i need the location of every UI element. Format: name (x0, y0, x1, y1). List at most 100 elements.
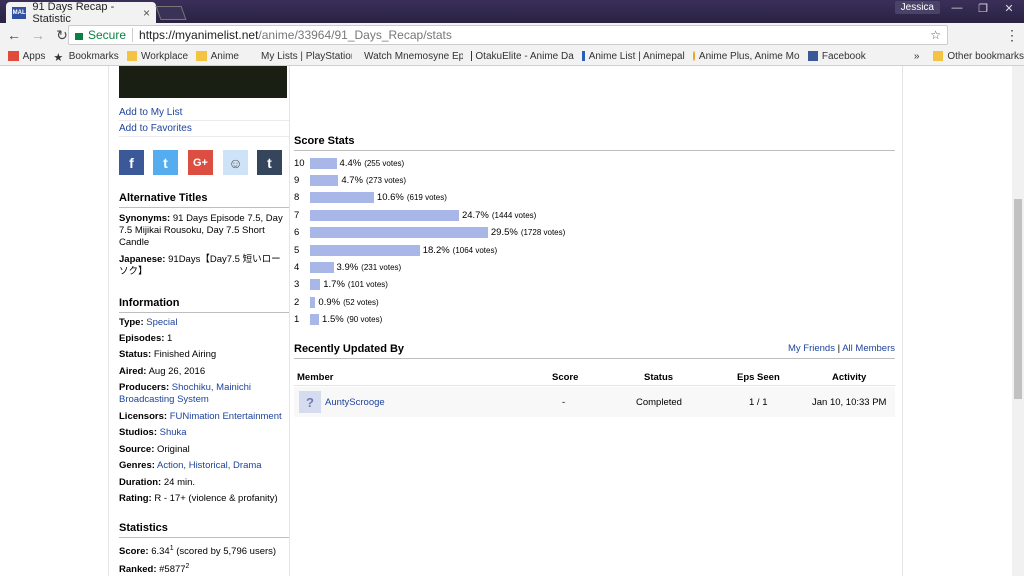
secure-indicator[interactable]: Secure (75, 28, 126, 42)
info-label: Aired: (119, 366, 147, 377)
score-percent: 3.9% (336, 261, 359, 273)
lock-icon (75, 32, 83, 40)
bookmark-star-icon[interactable]: ☆ (930, 28, 941, 42)
facebook-icon (807, 51, 818, 61)
score-value: 4 (294, 261, 300, 273)
bookmarks-overflow-icon[interactable]: » (914, 51, 920, 62)
browser-toolbar: ← → ↻ Secure https://myanimelist.net/ani… (0, 23, 1024, 65)
url-path: /anime/33964/91_Days_Recap/stats (258, 28, 452, 42)
bookmark-apps[interactable]: Apps (8, 51, 45, 62)
page-scrollbar[interactable] (1012, 66, 1024, 576)
info-row: Rating: R - 17+ (violence & profanity) (119, 493, 289, 505)
bookmark-mnemosyne[interactable]: Watch Mnemosyne Ep (360, 51, 463, 62)
score-bar (310, 244, 420, 256)
bookmark-otakuelite[interactable]: OtakuElite - Anime Da (470, 51, 574, 62)
score-bar (310, 227, 488, 239)
other-bookmarks[interactable]: Other bookmarks (933, 51, 1024, 62)
score-value: 8 (294, 192, 300, 204)
star-icon: ★ (53, 52, 64, 62)
bookmark-label: Workplace (141, 50, 189, 62)
score-row: 6 29.5% (1728 votes) (294, 226, 894, 240)
info-value[interactable]: FUNimation Entertainment (170, 411, 282, 422)
score-bar (310, 279, 321, 291)
tab-strip: MAL 91 Days Recap - Statistic × Jessica … (0, 0, 1024, 25)
score-votes: (1728 votes) (520, 228, 566, 238)
score-percent: 1.7% (323, 279, 345, 291)
twitter-share-icon[interactable]: t (153, 150, 178, 175)
profile-button[interactable]: Jessica (894, 1, 940, 14)
ranked-label: Ranked: (119, 564, 157, 576)
info-label: Producers: (119, 382, 170, 393)
add-to-list-link[interactable]: Add to My List (119, 107, 289, 121)
tab-title: 91 Days Recap - Statistic (32, 0, 115, 25)
score-votes: (101 votes) (347, 280, 388, 290)
member-cell: ? AuntyScrooge (299, 387, 385, 417)
recently-updated-heading: Recently Updated By My Friends | All Mem… (294, 343, 895, 359)
reddit-share-icon[interactable]: ☺ (223, 150, 248, 175)
alt-titles-heading: Alternative Titles (119, 192, 289, 208)
browser-tab[interactable]: MAL 91 Days Recap - Statistic × (6, 0, 156, 25)
bookmark-playstation[interactable]: My Lists | PlayStation® (261, 51, 352, 62)
folder-icon (126, 51, 138, 61)
bookmark-bookmarks[interactable]: ★ Bookmarks (53, 51, 118, 62)
score-bar (310, 157, 337, 169)
all-members-link[interactable]: All Members (842, 343, 895, 354)
address-bar[interactable]: Secure https://myanimelist.net/anime/339… (68, 25, 948, 45)
bookmark-workplace[interactable]: Workplace (126, 50, 189, 62)
score-votes: (1064 votes) (452, 245, 498, 255)
tumblr-share-icon[interactable]: t (257, 150, 282, 175)
activity-cell: Jan 10, 10:33 PM (812, 396, 887, 408)
tab-close-icon[interactable]: × (143, 6, 150, 20)
info-row: Status: Finished Airing (119, 349, 289, 361)
info-row: Source: Original (119, 444, 289, 456)
url-host: https://myanimelist.net (139, 28, 259, 42)
score-percent: 10.6% (376, 192, 404, 204)
score-percent: 18.2% (422, 244, 450, 256)
info-row: Licensors: FUNimation Entertainment (119, 411, 289, 423)
score-votes: (231 votes) (361, 262, 402, 272)
close-window-icon[interactable]: ✕ (996, 0, 1022, 16)
my-friends-link[interactable]: My Friends (788, 343, 835, 354)
bookmark-facebook[interactable]: Facebook (807, 51, 866, 62)
restore-icon[interactable]: ❐ (970, 0, 996, 16)
score-value: 6.34 (151, 546, 170, 558)
score-row: 1 1.5% (90 votes) (294, 313, 894, 327)
bookmark-anime[interactable]: Anime (196, 51, 239, 62)
page-icon (692, 51, 695, 61)
bookmark-label: My Lists | PlayStation® (260, 50, 352, 62)
avatar-placeholder-icon[interactable]: ? (299, 391, 321, 413)
menu-icon[interactable]: ⋮ (1002, 25, 1022, 45)
info-value[interactable]: Shuka (160, 427, 187, 438)
add-to-favorites-link[interactable]: Add to Favorites (119, 123, 289, 137)
score-votes: (52 votes) (343, 297, 379, 307)
googleplus-share-icon[interactable]: G+ (188, 150, 213, 175)
member-link[interactable]: AuntyScrooge (325, 397, 385, 408)
info-value[interactable]: Action, Historical, Drama (157, 460, 262, 471)
info-row: Genres: Action, Historical, Drama (119, 460, 289, 472)
new-tab-button[interactable] (155, 6, 187, 20)
score-percent: 24.7% (461, 209, 489, 221)
col-status: Status (644, 371, 674, 383)
left-sidebar: Add to My List Add to Favorites f t G+ ☺… (108, 66, 290, 576)
score-bar (310, 261, 334, 273)
info-value[interactable]: Special (146, 317, 177, 328)
bookmark-label: Bookmarks (68, 50, 119, 62)
back-icon[interactable]: ← (4, 25, 24, 45)
apps-icon (8, 51, 19, 61)
bookmarks-bar: Apps ★ Bookmarks Workplace Anime My Lists… (0, 47, 1024, 66)
anime-cover-image[interactable] (119, 66, 287, 98)
member-filter: My Friends | All Members (788, 343, 895, 354)
score-row: 4 3.9% (231 votes) (294, 260, 894, 274)
bookmark-animepal[interactable]: Anime List | Animepal (581, 51, 685, 62)
score-votes: (619 votes) (406, 193, 447, 203)
info-label: Status: (119, 349, 152, 360)
info-value: R - 17+ (violence & profanity) (154, 493, 278, 504)
minimize-icon[interactable]: — (944, 0, 970, 16)
scrollbar-thumb[interactable] (1014, 199, 1022, 399)
bookmark-animeplus[interactable]: Anime Plus, Anime Mo (692, 51, 800, 62)
forward-icon[interactable]: → (28, 25, 48, 45)
info-label: Duration: (119, 477, 162, 488)
facebook-share-icon[interactable]: f (119, 150, 144, 175)
info-row: Aired: Aug 26, 2016 (119, 366, 289, 378)
info-value: 24 min. (163, 477, 196, 488)
